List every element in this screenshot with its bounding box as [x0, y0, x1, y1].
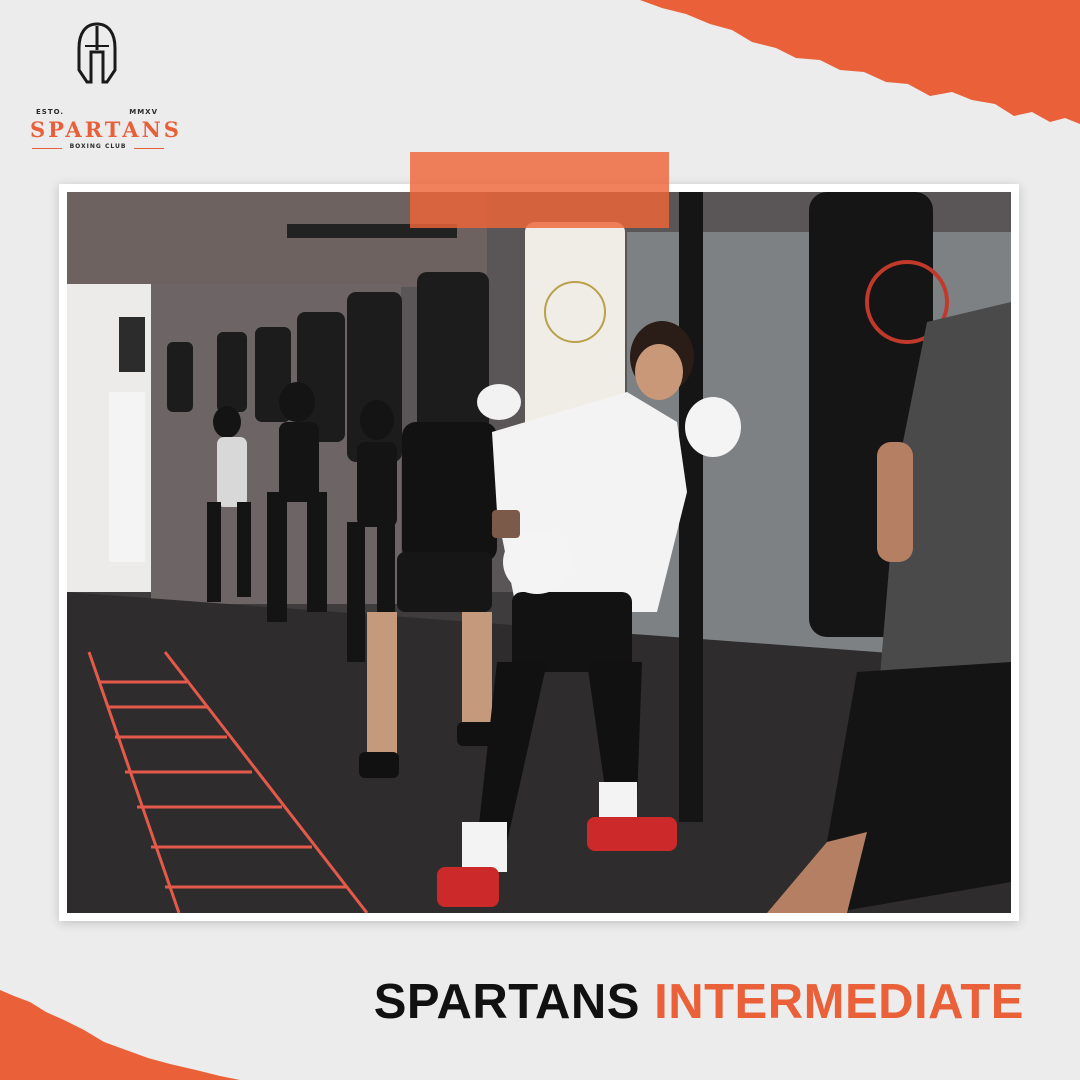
- spartan-helmet-icon: [77, 22, 117, 84]
- logo-established-year: MMXV: [129, 108, 158, 116]
- headline: SPARTANS INTERMEDIATE: [374, 974, 1024, 1030]
- torn-paper-top-right: [640, 0, 1080, 124]
- photo-frame: [59, 184, 1019, 921]
- spartans-logo: ESTO. MMXV SPARTANS BOXING CLUB: [30, 22, 179, 150]
- torn-paper-bottom-left: [0, 990, 240, 1080]
- logo-club-row: BOXING CLUB: [30, 143, 166, 153]
- logo-established-label: ESTO.: [36, 108, 65, 116]
- logo-brand-name: SPARTANS: [30, 117, 182, 142]
- orange-accent-block: [410, 152, 669, 228]
- headline-word-spartans: SPARTANS: [373, 975, 640, 1029]
- logo-divider-right: [134, 148, 164, 149]
- headline-word-intermediate: INTERMEDIATE: [654, 975, 1024, 1029]
- gym-training-photo: [67, 192, 1011, 913]
